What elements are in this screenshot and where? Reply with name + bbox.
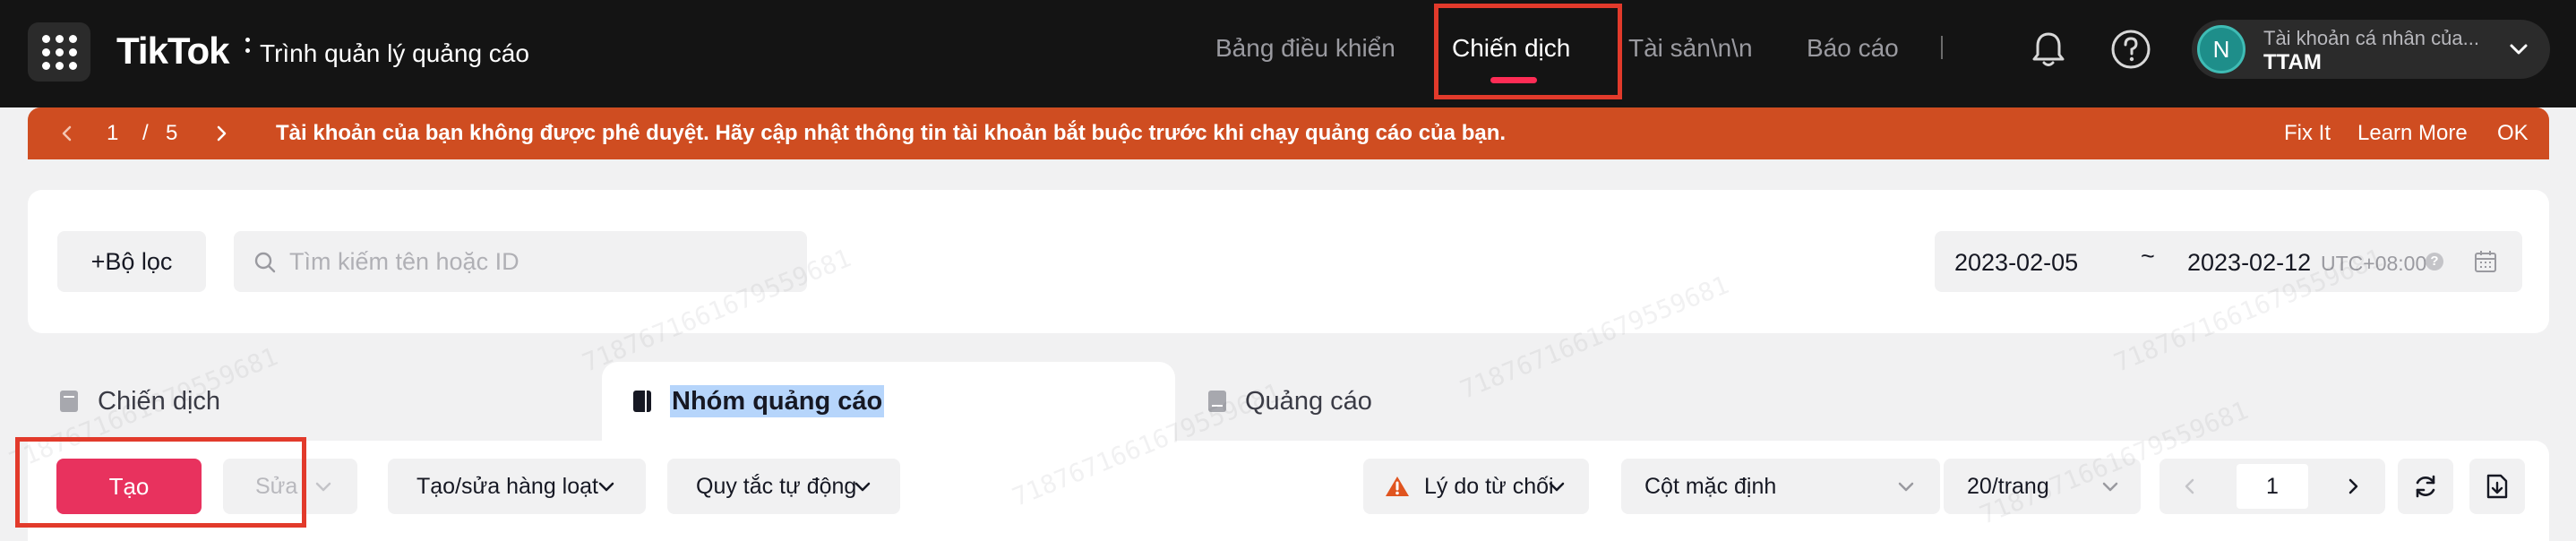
refresh-icon	[2416, 475, 2435, 498]
bell-icon[interactable]	[2026, 27, 2071, 72]
top-navigation-bar: TikTok Trình quản lý quảng cáo Bảng điều…	[0, 0, 2576, 107]
filter-panel: +Bộ lọc 2023-02-05 ~ 2023-02-12 UTC+08:0…	[28, 190, 2549, 333]
page-size-label: 20/trang	[1967, 474, 2049, 499]
chevron-down-icon	[2510, 44, 2528, 55]
chevron-down-icon	[598, 482, 614, 492]
account-switcher[interactable]: N Tài khoản cá nhân của... TTAM	[2192, 20, 2550, 79]
chevron-left-icon[interactable]	[2179, 476, 2201, 497]
banner-page-separator: /	[142, 121, 149, 145]
banner-page-current: 1	[107, 121, 119, 145]
automated-rules-dropdown[interactable]: Quy tắc tự động	[667, 459, 900, 514]
chevron-down-icon	[854, 482, 871, 492]
date-start[interactable]: 2023-02-05	[1954, 248, 2078, 277]
page-size-dropdown[interactable]: 20/trang	[1944, 459, 2141, 514]
columns-label: Cột mặc định	[1644, 474, 1777, 499]
create-button[interactable]: Tạo	[56, 459, 202, 514]
logo-separator	[245, 38, 251, 56]
date-range-picker[interactable]: 2023-02-05 ~ 2023-02-12 UTC+08:00 ?	[1935, 231, 2522, 292]
product-name: Trình quản lý quảng cáo	[260, 39, 529, 67]
search-input[interactable]	[289, 231, 791, 292]
avatar: N	[2197, 25, 2245, 73]
help-icon[interactable]	[2108, 27, 2153, 72]
chevron-left-icon[interactable]	[56, 123, 78, 144]
ad-group-icon	[633, 391, 651, 412]
account-id: TTAM	[2263, 50, 2322, 74]
columns-dropdown[interactable]: Cột mặc định	[1621, 459, 1940, 514]
folder-icon	[60, 391, 78, 412]
nav-reports[interactable]: Báo cáo	[1807, 32, 1899, 64]
rules-label: Quy tắc tự động	[696, 474, 857, 499]
search-icon	[254, 252, 276, 273]
tab-campaigns[interactable]: Chiến dịch	[28, 362, 601, 441]
account-name: Tài khoản cá nhân của...	[2263, 27, 2479, 49]
date-end[interactable]: 2023-02-12	[2187, 248, 2311, 277]
bulk-label: Tạo/sửa hàng loạt	[416, 474, 598, 499]
pagination: 1	[2160, 459, 2385, 514]
action-toolbar: Tạo Sửa Tạo/sửa hàng loạt Quy tắc tự độn…	[28, 441, 2549, 541]
calendar-icon[interactable]	[2473, 249, 2498, 274]
filter-button[interactable]: +Bộ lọc	[57, 231, 206, 292]
dismiss-ok-button[interactable]: OK	[2497, 120, 2529, 147]
chevron-right-icon[interactable]	[2342, 476, 2364, 497]
page-number-input[interactable]: 1	[2237, 464, 2308, 509]
rejection-reason-dropdown[interactable]: Lý do từ chối	[1363, 459, 1589, 514]
warning-icon	[1386, 477, 1409, 496]
chevron-down-icon	[1549, 482, 1565, 492]
chevron-right-icon[interactable]	[210, 123, 232, 144]
tab-label: Nhóm quảng cáo	[670, 385, 885, 417]
nav-divider	[1941, 36, 1943, 59]
tab-ads[interactable]: Quảng cáo	[1175, 362, 1748, 441]
timezone-help-icon[interactable]: ?	[2426, 253, 2443, 270]
export-button[interactable]	[2469, 459, 2525, 514]
nav-dashboard[interactable]: Bảng điều khiển	[1215, 32, 1395, 64]
nav-campaigns[interactable]: Chiến dịch	[1452, 32, 1570, 64]
nav-assets[interactable]: Tài sản\n\n	[1628, 32, 1753, 64]
chevron-down-icon	[1898, 482, 1914, 492]
banner-message: Tài khoản của bạn không được phê duyệt. …	[276, 121, 1507, 145]
reject-label: Lý do từ chối	[1424, 474, 1554, 499]
refresh-button[interactable]	[2398, 459, 2453, 514]
download-icon	[2486, 474, 2508, 499]
active-nav-indicator	[1490, 77, 1537, 83]
account-alert-banner: 1 / 5 Tài khoản của bạn không được phê d…	[28, 107, 2549, 159]
bulk-create-edit-dropdown[interactable]: Tạo/sửa hàng loạt	[388, 459, 646, 514]
banner-page-total: 5	[166, 121, 178, 145]
edit-button[interactable]: Sửa	[223, 459, 357, 514]
timezone-label: UTC+08:00	[2321, 252, 2427, 275]
tab-label: Chiến dịch	[98, 387, 221, 416]
chevron-down-icon	[2102, 482, 2118, 492]
fix-it-link[interactable]: Fix It	[2284, 120, 2331, 147]
app-grid-icon[interactable]	[28, 22, 90, 82]
edit-label: Sửa	[255, 474, 298, 499]
tiktok-logo: TikTok	[116, 30, 229, 72]
chevron-down-icon	[315, 482, 331, 492]
ad-icon	[1208, 391, 1226, 412]
search-box	[234, 231, 807, 292]
learn-more-link[interactable]: Learn More	[2357, 120, 2468, 147]
date-separator: ~	[2141, 243, 2155, 270]
tab-label: Quảng cáo	[1245, 387, 1372, 416]
tab-ad-groups[interactable]: Nhóm quảng cáo	[602, 362, 1175, 441]
